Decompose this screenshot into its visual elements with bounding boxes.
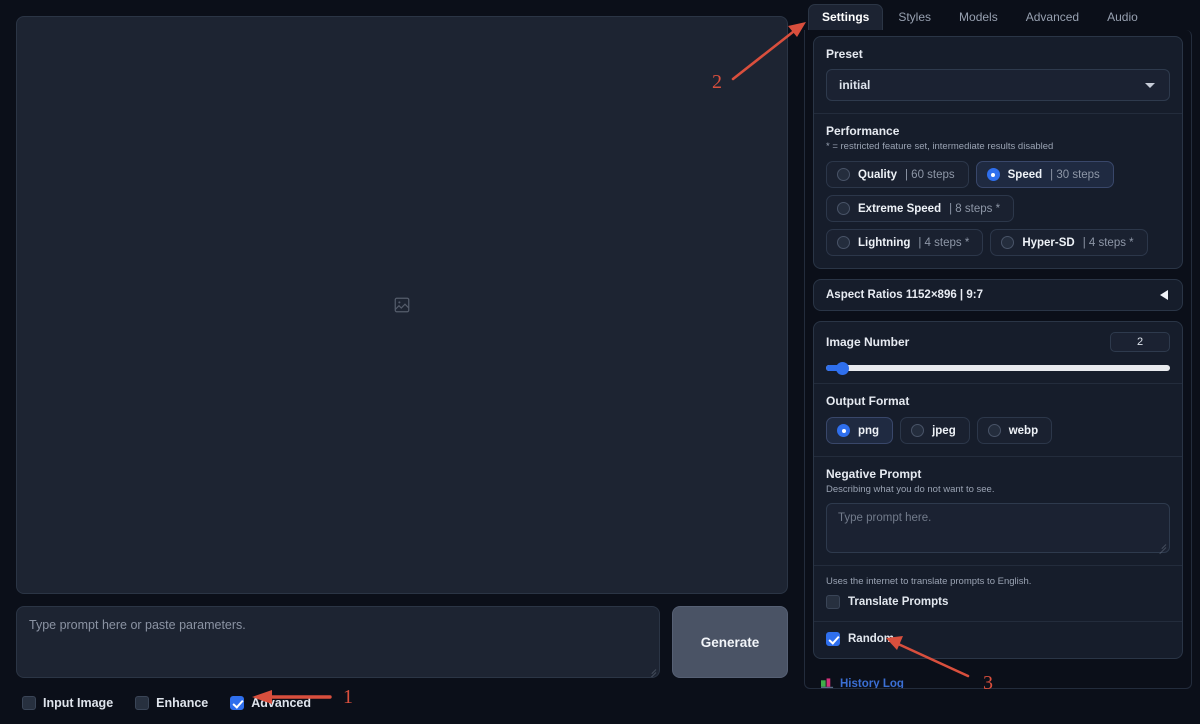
preset-section: Preset initial	[814, 37, 1182, 113]
radio-label: Speed	[1007, 168, 1043, 181]
annotation-number-2: 2	[712, 71, 722, 93]
tab-styles[interactable]: Styles	[885, 5, 944, 30]
radio-dot	[1001, 236, 1015, 249]
settings-panel: Preset initial Performance * = restricte…	[804, 30, 1192, 689]
aspect-ratios-title: Aspect Ratios 1152×896 | 9:7	[826, 289, 983, 301]
radio-meta: | 4 steps *	[1082, 236, 1134, 249]
performance-note: * = restricted feature set, intermediate…	[826, 141, 1054, 152]
radio-dot	[911, 424, 925, 437]
checkbox-random[interactable]: Random	[826, 632, 1170, 646]
negative-prompt-subtitle: Describing what you do not want to see.	[826, 484, 995, 495]
radio-lightning[interactable]: Lightning | 4 steps *	[826, 229, 984, 256]
chart-history-icon	[821, 678, 834, 688]
checkbox-label: Advanced	[251, 696, 312, 710]
radio-speed[interactable]: Speed | 30 steps	[975, 161, 1114, 188]
annotation-number-1: 1	[343, 686, 353, 708]
checkbox-label: Enhance	[156, 696, 209, 710]
settings-column: Settings Styles Models Advanced Audio Pr…	[800, 0, 1200, 724]
radio-label: Hyper-SD	[1022, 236, 1075, 249]
radio-hyper-sd[interactable]: Hyper-SD | 4 steps *	[990, 229, 1148, 256]
radio-label: png	[858, 424, 880, 437]
negative-prompt-title: Negative Prompt	[826, 467, 922, 481]
radio-dot	[837, 202, 850, 215]
radio-meta: | 4 steps *	[918, 236, 970, 249]
image-number-title: Image Number	[826, 335, 910, 349]
history-log-row: History Log	[813, 669, 1183, 688]
random-section: Random	[814, 621, 1182, 658]
radio-png[interactable]: png	[826, 417, 894, 444]
preset-select[interactable]: initial	[826, 69, 1170, 101]
output-format-title: Output Format	[826, 394, 910, 408]
fooocus-app-window: Type prompt here or paste parameters. Ge…	[0, 0, 1200, 724]
tab-models[interactable]: Models	[946, 5, 1011, 30]
slider-thumb[interactable]	[836, 361, 850, 375]
negative-prompt-section: Negative Prompt Describing what you do n…	[814, 456, 1182, 565]
radio-meta: | 60 steps	[904, 168, 955, 181]
prompt-row: Type prompt here or paste parameters. Ge…	[16, 606, 788, 678]
radio-quality[interactable]: Quality | 60 steps	[826, 161, 969, 188]
prompt-placeholder-text: Type prompt here or paste parameters.	[29, 618, 246, 632]
tab-audio[interactable]: Audio	[1094, 5, 1151, 30]
image-number-section: Image Number 2	[814, 322, 1182, 383]
radio-label: webp	[1008, 424, 1039, 437]
image-placeholder-icon	[394, 297, 410, 313]
bottom-toggle-row: Input Image Enhance Advanced	[16, 692, 788, 714]
history-log-link[interactable]: History Log	[840, 678, 904, 688]
tab-bar: Settings Styles Models Advanced Audio	[804, 0, 1192, 30]
generate-button[interactable]: Generate	[672, 606, 788, 678]
output-format-options: png jpeg webp	[826, 417, 1170, 444]
tab-advanced[interactable]: Advanced	[1013, 5, 1092, 30]
performance-title: Performance	[826, 124, 900, 138]
radio-dot	[837, 168, 850, 181]
checkbox-box-checked	[826, 632, 840, 646]
performance-options: Quality | 60 steps Speed | 30 steps Extr…	[826, 161, 1170, 256]
performance-section: Performance * = restricted feature set, …	[814, 113, 1182, 268]
checkbox-translate-prompts[interactable]: Translate Prompts	[826, 595, 1170, 609]
radio-dot-selected	[986, 168, 1000, 181]
radio-label: Quality	[858, 168, 897, 181]
radio-dot-selected	[837, 424, 850, 437]
textarea-resize-handle[interactable]	[647, 665, 657, 677]
radio-meta: | 30 steps	[1050, 168, 1100, 181]
radio-jpeg[interactable]: jpeg	[900, 417, 970, 444]
triangle-left-icon	[1160, 290, 1168, 300]
checkbox-box	[22, 696, 36, 710]
preset-selected-value: initial	[839, 78, 871, 92]
prompt-input[interactable]: Type prompt here or paste parameters.	[16, 606, 660, 678]
checkbox-box	[135, 696, 150, 710]
radio-label: jpeg	[932, 424, 956, 437]
output-format-section: Output Format png jpeg webp	[814, 383, 1182, 456]
annotation-number-3: 3	[983, 672, 993, 694]
negative-prompt-placeholder: Type prompt here.	[838, 512, 932, 524]
image-number-slider[interactable]	[826, 361, 1170, 375]
checkbox-box-checked	[230, 696, 245, 710]
image-number-value[interactable]: 2	[1110, 332, 1170, 352]
radio-extreme-speed[interactable]: Extreme Speed | 8 steps *	[826, 195, 1015, 222]
radio-label: Lightning	[858, 236, 911, 249]
negative-prompt-input[interactable]: Type prompt here.	[826, 503, 1170, 555]
radio-dot	[837, 236, 850, 249]
radio-webp[interactable]: webp	[976, 417, 1053, 444]
checkbox-enhance[interactable]: Enhance	[135, 696, 208, 710]
preset-performance-card: Preset initial Performance * = restricte…	[813, 36, 1183, 269]
left-column: Type prompt here or paste parameters. Ge…	[0, 0, 800, 724]
chevron-down-icon	[1145, 83, 1155, 88]
checkbox-label: Translate Prompts	[848, 596, 949, 608]
image-preview-canvas[interactable]	[16, 16, 788, 594]
checkbox-input-image[interactable]: Input Image	[22, 696, 113, 710]
checkbox-label: Input Image	[43, 696, 114, 710]
translate-section: Uses the internet to translate prompts t…	[814, 565, 1182, 621]
preset-title: Preset	[826, 47, 863, 61]
generation-options-card: Image Number 2 Output Format png jpeg we…	[813, 321, 1183, 659]
radio-label: Extreme Speed	[858, 202, 942, 215]
translate-hint: Uses the internet to translate prompts t…	[826, 576, 1032, 587]
checkbox-advanced[interactable]: Advanced	[230, 696, 311, 710]
radio-meta: | 8 steps *	[949, 202, 1001, 215]
tab-settings[interactable]: Settings	[808, 4, 884, 30]
checkbox-box	[826, 595, 840, 609]
radio-dot	[987, 424, 1001, 437]
aspect-ratios-accordion[interactable]: Aspect Ratios 1152×896 | 9:7	[813, 279, 1183, 311]
checkbox-label: Random	[848, 633, 894, 645]
textarea-resize-handle[interactable]	[1157, 540, 1167, 555]
